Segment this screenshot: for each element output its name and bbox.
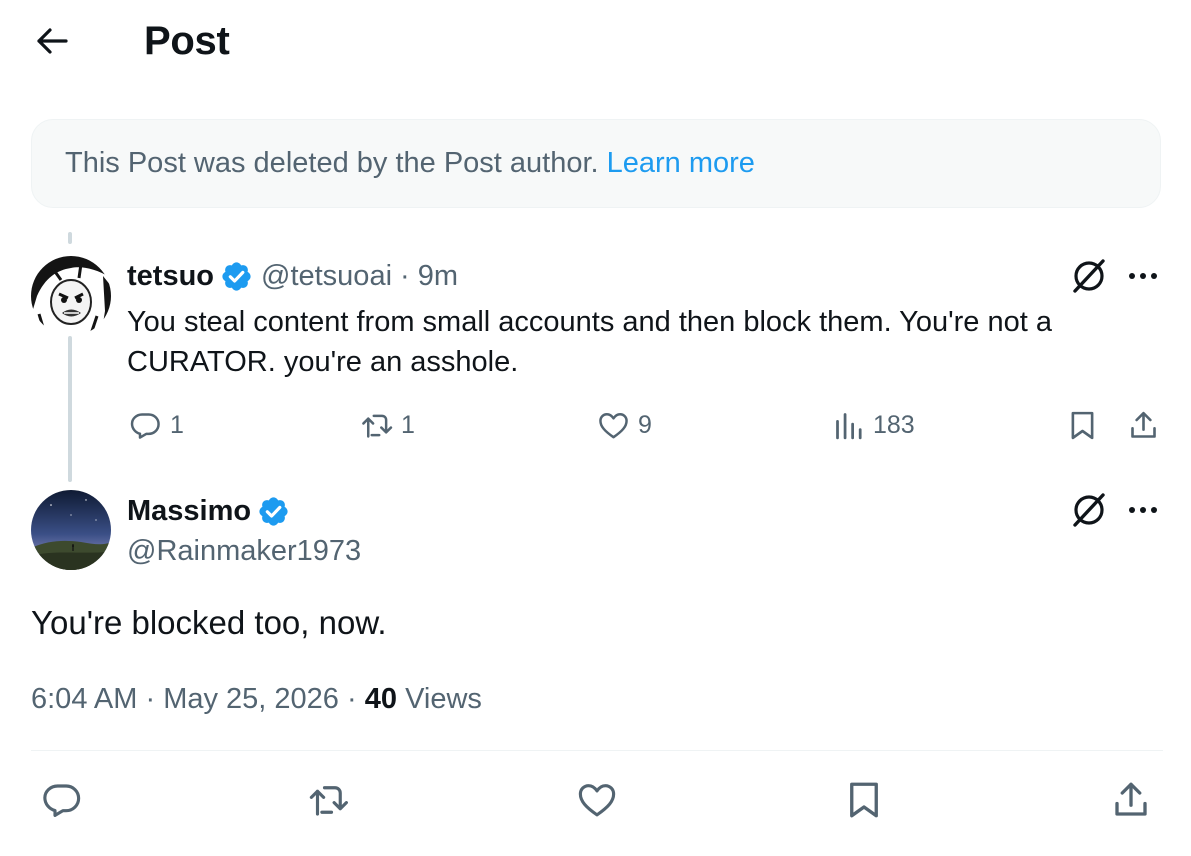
back-button[interactable] [30,22,74,60]
main-reply-button[interactable] [41,779,83,821]
arrow-left-icon [37,28,68,54]
share-button[interactable] [1127,409,1160,442]
grok-button-main[interactable] [1069,490,1109,530]
learn-more-link[interactable]: Learn more [607,147,755,180]
grok-icon [1073,259,1105,293]
share-icon [1131,411,1156,438]
post-views-label: Views [405,683,482,715]
grok-button[interactable] [1069,256,1109,296]
reply-button[interactable]: 1 [129,409,184,442]
reply-author-name[interactable]: tetsuo [127,258,214,294]
bookmark-icon [1071,411,1094,440]
like-count: 9 [638,411,652,439]
main-repost-button[interactable] [306,779,350,821]
reply-text: You steal content from small accounts an… [127,306,1052,378]
repost-count: 1 [401,411,415,439]
post-meta: 6:04 AM · May 25, 2026 · 40 Views [31,680,482,718]
main-bookmark-button[interactable] [843,779,885,821]
main-author-name[interactable]: Massimo [127,493,251,529]
repost-icon [362,414,393,438]
thread-line-top [68,232,72,244]
comment-icon [130,413,160,439]
comment-icon [43,784,81,817]
reply-author-row: tetsuo @tetsuoai · 9m [127,258,458,294]
more-horizontal-icon [1129,507,1157,513]
post-date[interactable]: May 25, 2026 [163,683,339,715]
more-options-button[interactable] [1123,256,1163,296]
meta-separator-1: · [145,683,156,715]
main-author-handle[interactable]: @Rainmaker1973 [127,533,361,569]
grok-icon [1073,493,1105,527]
more-horizontal-icon [1129,273,1157,279]
like-button[interactable]: 9 [597,409,652,442]
bookmark-icon [850,782,878,818]
bookmark-button[interactable] [1066,409,1099,442]
avatar-tetsuo[interactable] [31,256,111,336]
divider [31,750,1163,751]
analytics-icon [836,413,862,440]
reply-author-handle[interactable]: @tetsuoai [261,258,392,294]
verified-badge-icon [259,496,288,526]
post-views-count[interactable]: 40 [365,683,397,715]
heart-icon [578,784,616,817]
page-title: Post [144,19,230,63]
meta-separator-2: · [347,683,357,715]
heart-icon [599,412,628,439]
reply-count: 1 [170,411,184,439]
deleted-post-notice: This Post was deleted by the Post author… [31,119,1161,208]
share-icon [1115,782,1147,816]
notice-text: This Post was deleted by the Post author… [65,147,599,179]
views-count: 183 [873,411,915,439]
avatar-massimo[interactable] [31,490,111,570]
main-post-text: You're blocked too, now. [31,604,387,641]
views-button[interactable]: 183 [832,409,915,442]
main-author-row: Massimo [127,493,290,529]
reply-separator: · [400,260,410,292]
main-like-button[interactable] [576,779,618,821]
more-options-button-main[interactable] [1123,490,1163,530]
verified-badge-icon [222,261,251,291]
main-share-button[interactable] [1110,779,1152,821]
repost-icon [309,786,348,816]
repost-button[interactable]: 1 [360,409,415,442]
post-time[interactable]: 6:04 AM [31,683,137,715]
reply-timestamp[interactable]: 9m [418,258,458,294]
thread-line [68,336,72,482]
